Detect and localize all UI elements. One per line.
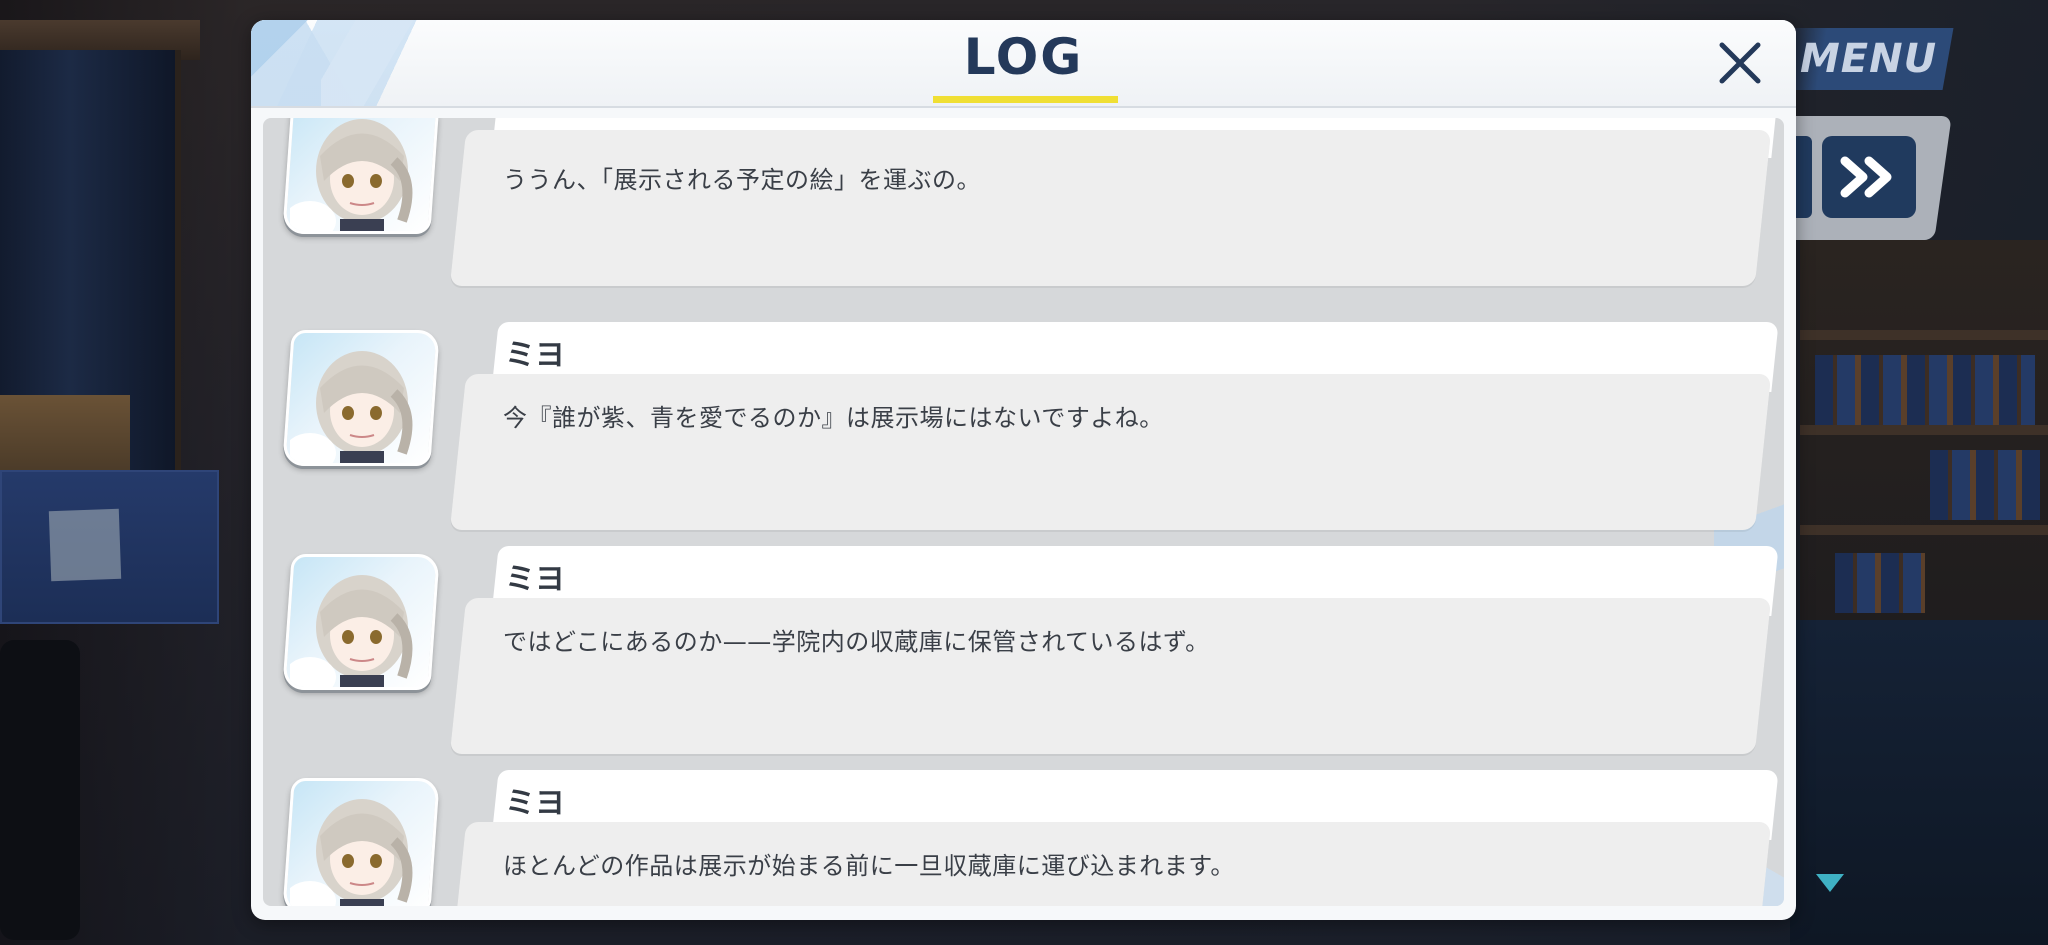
floor-shadow (0, 640, 80, 940)
scroll-down-indicator-icon (1816, 874, 1844, 892)
log-dialog: LOG ううん、「展示される予定の絵」を運ぶの。 ミヨ 今『誰が紫、青を愛でるの… (251, 20, 1796, 920)
books (1815, 355, 2035, 425)
title-underline (933, 96, 1118, 103)
shelf-board (1800, 525, 2048, 535)
log-list[interactable]: ううん、「展示される予定の絵」を運ぶの。 ミヨ 今『誰が紫、青を愛でるのか』は展… (263, 118, 1784, 906)
shelf-board (1800, 330, 2048, 340)
skip-button[interactable] (1822, 136, 1916, 218)
shelf-board (1800, 425, 2048, 435)
fast-forward-icon (1840, 156, 1892, 198)
cardboard-box (0, 395, 130, 475)
dialog-header: LOG (251, 20, 1796, 108)
log-entry: ミヨ 今『誰が紫、青を愛でるのか』は展示場にはないですよね。 (263, 118, 1784, 530)
log-entry: ミヨ ではどこにあるのか——学院内の収蔵庫に保管されているはず。 (263, 342, 1784, 754)
speaker-avatar (282, 778, 440, 906)
close-icon (1719, 42, 1761, 84)
dialogue-text: ほとんどの作品は展示が始まる前に一旦収蔵庫に運び込まれます。 (503, 852, 1235, 880)
books (1930, 450, 2040, 520)
crate-label (48, 508, 122, 582)
speaker-name: ミヨ (505, 786, 565, 821)
log-title: LOG (963, 28, 1084, 86)
floor-area (1790, 620, 2048, 945)
books (1835, 553, 1925, 613)
log-entry: ミヨ ほとんどの作品は展示が始まる前に一旦収蔵庫に運び込まれます。 (263, 566, 1784, 906)
close-button[interactable] (1711, 34, 1769, 92)
menu-label: MENU (1800, 36, 1938, 82)
